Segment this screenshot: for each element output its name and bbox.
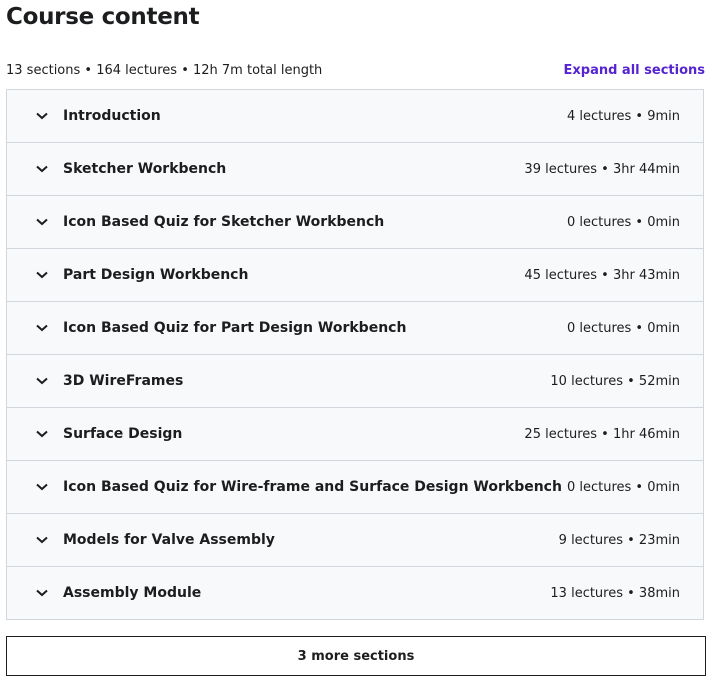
chevron-down-icon [35, 586, 49, 600]
section-row[interactable]: Models for Valve Assembly 9 lectures • 2… [7, 514, 703, 567]
section-title: Icon Based Quiz for Sketcher Workbench [63, 214, 385, 230]
section-meta: 39 lectures • 3hr 44min [524, 161, 680, 177]
section-row[interactable]: Icon Based Quiz for Part Design Workbenc… [7, 302, 703, 355]
chevron-down-icon [35, 480, 49, 494]
section-meta: 0 lectures • 0min [566, 479, 680, 495]
course-summary: 13 sections • 164 lectures • 12h 7m tota… [6, 62, 323, 78]
section-title: 3D WireFrames [63, 373, 184, 389]
section-row[interactable]: Part Design Workbench 45 lectures • 3hr … [7, 249, 703, 302]
section-row[interactable]: Icon Based Quiz for Sketcher Workbench 0… [7, 196, 703, 249]
chevron-down-icon [35, 215, 49, 229]
chevron-down-icon [35, 162, 49, 176]
section-meta: 45 lectures • 3hr 43min [524, 267, 680, 283]
section-row[interactable]: Icon Based Quiz for Wire-frame and Surfa… [7, 461, 703, 514]
chevron-down-icon [35, 374, 49, 388]
section-row[interactable]: 3D WireFrames 10 lectures • 52min [7, 355, 703, 408]
more-sections-button[interactable]: 3 more sections [6, 636, 706, 676]
section-row[interactable]: Surface Design 25 lectures • 1hr 46min [7, 408, 703, 461]
chevron-down-icon [35, 109, 49, 123]
section-row[interactable]: Introduction 4 lectures • 9min [7, 90, 703, 143]
section-title: Icon Based Quiz for Part Design Workbenc… [63, 320, 407, 336]
section-row[interactable]: Sketcher Workbench 39 lectures • 3hr 44m… [7, 143, 703, 196]
section-meta: 0 lectures • 0min [566, 214, 680, 230]
section-meta: 10 lectures • 52min [550, 373, 680, 389]
section-title: Part Design Workbench [63, 267, 249, 283]
expand-all-sections-link[interactable]: Expand all sections [564, 63, 706, 78]
section-title: Icon Based Quiz for Wire-frame and Surfa… [63, 479, 562, 495]
section-title: Sketcher Workbench [63, 161, 227, 177]
section-meta: 13 lectures • 38min [550, 585, 680, 601]
section-meta: 4 lectures • 9min [566, 108, 680, 124]
sections-list: Introduction 4 lectures • 9min Sketcher … [6, 89, 704, 620]
section-title: Models for Valve Assembly [63, 532, 275, 548]
section-meta: 9 lectures • 23min [558, 532, 680, 548]
section-title: Assembly Module [63, 585, 202, 601]
course-summary-row: 13 sections • 164 lectures • 12h 7m tota… [6, 60, 705, 80]
section-meta: 0 lectures • 0min [566, 320, 680, 336]
chevron-down-icon [35, 427, 49, 441]
chevron-down-icon [35, 533, 49, 547]
section-title: Surface Design [63, 426, 183, 442]
chevron-down-icon [35, 321, 49, 335]
section-title: Introduction [63, 108, 161, 124]
chevron-down-icon [35, 268, 49, 282]
section-meta: 25 lectures • 1hr 46min [524, 426, 680, 442]
section-row[interactable]: Assembly Module 13 lectures • 38min [7, 567, 703, 619]
page-title: Course content [6, 4, 200, 30]
